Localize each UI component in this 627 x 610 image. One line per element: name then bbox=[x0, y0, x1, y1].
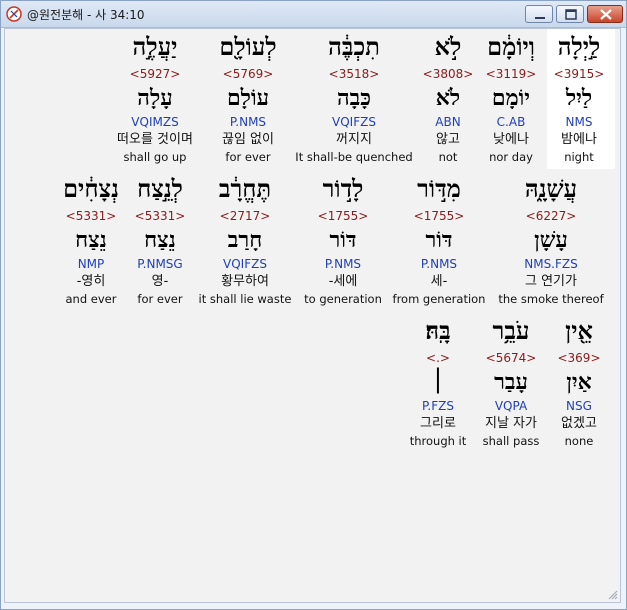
resize-grip-icon[interactable] bbox=[608, 590, 618, 600]
english-gloss: shall go up bbox=[123, 150, 187, 164]
hebrew-word: יַעֲלֶ֣ה bbox=[132, 32, 178, 61]
app-icon[interactable] bbox=[6, 6, 22, 22]
word-card[interactable]: יַעֲלֶ֣ה <5927> עָלָה VQIMZS 떠오를 것이며 sha… bbox=[95, 29, 215, 166]
hebrew-word: נְצָחִ֔ים bbox=[63, 174, 119, 203]
english-gloss: It shall-be quenched bbox=[295, 150, 413, 164]
korean-gloss: 꺼지지 bbox=[336, 132, 372, 147]
app-window: @원전분해 - 사 34:10 לַ֣יְלָה <3915> לַיִל NM… bbox=[0, 0, 627, 610]
parsing-code: VQIFZS bbox=[332, 115, 376, 129]
hebrew-word: עֲשָׁנָ֑הּ bbox=[524, 174, 578, 203]
close-icon bbox=[600, 9, 612, 20]
hebrew-lemma: עָשָׁן bbox=[534, 227, 568, 253]
close-button[interactable] bbox=[587, 5, 623, 23]
maximize-button[interactable] bbox=[556, 5, 584, 23]
strong-number[interactable]: <6227> bbox=[491, 207, 611, 225]
word-card[interactable]: נְצָחִ֔ים <5331> נֵצַח NMP -영히 and ever bbox=[31, 171, 151, 308]
title-bar[interactable]: @원전분해 - 사 34:10 bbox=[1, 1, 626, 28]
word-card[interactable]: בָּֽהּ׃ <.> ׀ P.FZS 그리로 through it bbox=[378, 313, 498, 450]
korean-gloss: 그리로 bbox=[420, 416, 456, 431]
hebrew-lemma: נֵצַח bbox=[75, 227, 107, 253]
window-title: @원전분해 - 사 34:10 bbox=[27, 8, 145, 22]
interlinear-view: לַ֣יְלָה <3915> לַיִל NMS 밤에나 night וְיו… bbox=[4, 28, 621, 603]
hebrew-lemma: ׀ bbox=[431, 369, 445, 395]
hebrew-word: בָּֽהּ׃ bbox=[425, 316, 451, 345]
hebrew-lemma: כָּבָה bbox=[336, 85, 371, 111]
parsing-code: NMP bbox=[77, 257, 105, 271]
strong-number[interactable]: <.> bbox=[378, 349, 498, 367]
strong-number[interactable]: <3518> bbox=[294, 65, 414, 83]
minimize-button[interactable] bbox=[525, 5, 553, 23]
english-gloss: through it bbox=[409, 434, 467, 448]
word-card[interactable]: עֲשָׁנָ֑הּ <6227> עָשָׁן NMS.FZS 그 연기가 t… bbox=[491, 171, 611, 308]
english-gloss: and ever bbox=[65, 292, 117, 306]
hebrew-lemma: עָלָה bbox=[137, 85, 173, 111]
strong-number[interactable]: <5927> bbox=[95, 65, 215, 83]
word-card[interactable]: תִכְבֶּ֔ה <3518> כָּבָה VQIFZS 꺼지지 It sh… bbox=[294, 29, 414, 166]
strong-number[interactable]: <5331> bbox=[31, 207, 151, 225]
hebrew-word: תִכְבֶּ֔ה bbox=[328, 32, 380, 61]
korean-gloss: 그 연기가 bbox=[525, 274, 577, 289]
english-gloss: the smoke thereof bbox=[498, 292, 604, 306]
parsing-code: VQIMZS bbox=[131, 115, 179, 129]
parsing-code: P.FZS bbox=[422, 399, 454, 413]
maximize-icon bbox=[565, 9, 577, 20]
minimize-icon bbox=[535, 17, 545, 19]
parsing-code: NMS.FZS bbox=[524, 257, 578, 271]
korean-gloss: -영히 bbox=[76, 274, 106, 289]
korean-gloss: 떠오를 것이며 bbox=[117, 132, 193, 147]
